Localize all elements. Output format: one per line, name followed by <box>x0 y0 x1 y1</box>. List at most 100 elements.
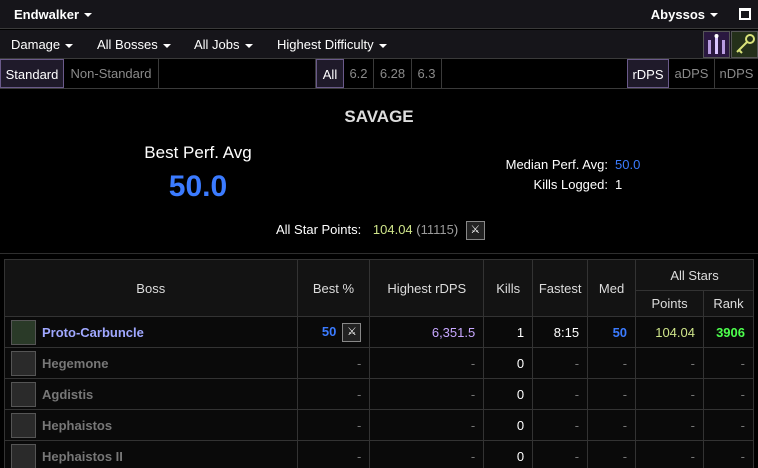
table-row[interactable]: Agdistis - - 0 - - - - <box>4 378 755 410</box>
chevron-down-icon <box>710 13 718 18</box>
col-med[interactable]: Med <box>587 259 637 317</box>
all-star-points-value: 104.04 <box>372 221 413 237</box>
difficulty-dropdown[interactable]: Highest Difficulty <box>277 37 387 52</box>
fastest: - <box>532 440 589 468</box>
col-best[interactable]: Best % <box>296 259 371 317</box>
best-percent: - <box>296 378 371 410</box>
boss-name-link[interactable]: Hegemone <box>42 356 108 371</box>
metric-rdps-tab[interactable]: rDPS <box>627 59 669 88</box>
best-percent: - <box>296 347 371 379</box>
all-star-points: 104.04 <box>635 316 704 348</box>
all-star-points: - <box>635 378 704 410</box>
fastest: - <box>532 347 589 379</box>
table-row[interactable]: Hephaistos II - - 0 - - - - <box>4 440 755 468</box>
key-icon[interactable] <box>731 31 758 58</box>
median: - <box>587 409 637 441</box>
server-dropdown[interactable]: Abyssos <box>651 7 718 22</box>
median: - <box>587 378 637 410</box>
highest-rdps: - <box>369 378 485 410</box>
chevron-down-icon <box>84 13 93 18</box>
fastest: 8:15 <box>532 316 589 348</box>
col-rank[interactable]: Rank <box>702 290 755 317</box>
top-bar: Endwalker Abyssos <box>0 0 758 29</box>
boss-name-link[interactable]: Proto-Carbuncle <box>42 325 144 340</box>
col-highest[interactable]: Highest rDPS <box>369 259 485 317</box>
boss-portrait-icon <box>11 381 36 407</box>
jobs-dropdown[interactable]: All Jobs <box>194 37 253 52</box>
kills: 0 <box>483 409 534 441</box>
median: - <box>587 347 637 379</box>
free-company-icon[interactable] <box>703 31 730 58</box>
swords-icon[interactable]: ⚔ <box>465 221 485 240</box>
difficulty-title: SAVAGE <box>344 107 414 126</box>
table-row[interactable]: Hephaistos - - 0 - - - - <box>4 409 755 441</box>
boss-portrait-icon <box>11 443 36 468</box>
col-fastest[interactable]: Fastest <box>532 259 589 317</box>
best-perf-value: 50.0 <box>168 170 228 203</box>
fastest: - <box>532 409 589 441</box>
all-star-rank: - <box>702 347 755 379</box>
summary-panel: SAVAGE Best Perf. Avg 50.0 Median Perf. … <box>0 90 758 253</box>
boss-name-link[interactable]: Hephaistos <box>42 418 112 433</box>
best-percent: - <box>296 409 371 441</box>
highest-rdps: - <box>369 409 485 441</box>
patch-6-28-tab[interactable]: 6.28 <box>374 59 412 88</box>
metric-adps-tab[interactable]: aDPS <box>669 59 715 88</box>
all-star-rank-close: ) <box>453 221 459 237</box>
col-allstars: All Stars <box>635 259 754 291</box>
boss-portrait-icon <box>11 350 36 376</box>
all-star-points: - <box>635 440 704 468</box>
difficulty-label: Highest Difficulty <box>277 37 374 52</box>
filter-bar: Standard Non-Standard All 6.2 6.28 6.3 r… <box>0 59 758 89</box>
kills: 1 <box>483 316 534 348</box>
table-row[interactable]: Hegemone - - 0 - - - - <box>4 347 755 379</box>
col-boss[interactable]: Boss <box>4 259 298 317</box>
median: - <box>587 440 637 468</box>
best-perf-label: Best Perf. Avg <box>144 143 252 162</box>
divider <box>0 253 758 254</box>
kills: 0 <box>483 440 534 468</box>
median-perf-label: Median Perf. Avg: <box>505 157 608 172</box>
jobs-label: All Jobs <box>194 37 240 52</box>
metric-ndps-tab[interactable]: nDPS <box>715 59 758 88</box>
patch-6-2-tab[interactable]: 6.2 <box>344 59 374 88</box>
col-points[interactable]: Points <box>635 290 704 317</box>
col-kills[interactable]: Kills <box>483 259 534 317</box>
chevron-down-icon <box>162 43 171 48</box>
all-star-rank: 3906 <box>702 316 755 348</box>
expansion-dropdown[interactable]: Endwalker <box>14 6 93 22</box>
median: 50 <box>612 324 628 340</box>
highest-rdps: - <box>369 347 485 379</box>
patch-6-3-tab[interactable]: 6.3 <box>412 59 442 88</box>
metric-dropdown[interactable]: Damage <box>11 37 74 52</box>
server-label: Abyssos <box>650 6 705 22</box>
best-percent: 50 <box>321 323 337 339</box>
patch-all-tab[interactable]: All <box>316 59 344 88</box>
all-star-points: - <box>635 347 704 379</box>
boss-name-link[interactable]: Agdistis <box>42 387 93 402</box>
bosses-dropdown[interactable]: All Bosses <box>97 37 171 52</box>
standard-tab[interactable]: Standard <box>0 59 64 88</box>
kills: 0 <box>483 347 534 379</box>
all-star-points: - <box>635 409 704 441</box>
fastest: - <box>532 378 589 410</box>
menu-bar: Damage All Bosses All Jobs Highest Diffi… <box>0 30 758 59</box>
swords-icon[interactable]: ⚔ <box>342 322 362 342</box>
chevron-down-icon <box>378 43 387 48</box>
chevron-down-icon <box>244 43 253 48</box>
all-star-rank: - <box>702 440 755 468</box>
table-row[interactable]: Proto-Carbuncle 50 ⚔ 6,351.5 1 8:15 50 10… <box>4 316 755 348</box>
chevron-down-icon <box>65 43 74 48</box>
highest-rdps: 6,351.5 <box>369 316 485 348</box>
maximize-icon[interactable] <box>739 8 751 20</box>
expansion-label: Endwalker <box>14 6 80 22</box>
nonstandard-tab[interactable]: Non-Standard <box>64 59 159 88</box>
boss-name-link[interactable]: Hephaistos II <box>42 449 123 464</box>
boss-portrait-icon <box>11 412 36 438</box>
boss-table: Boss Best % Highest rDPS Kills Fastest M… <box>4 259 755 468</box>
boss-portrait-icon <box>11 319 36 345</box>
filter-spacer <box>159 59 316 88</box>
highest-rdps: - <box>369 440 485 468</box>
metric-label: Damage <box>11 37 61 52</box>
all-star-rank: - <box>702 378 755 410</box>
